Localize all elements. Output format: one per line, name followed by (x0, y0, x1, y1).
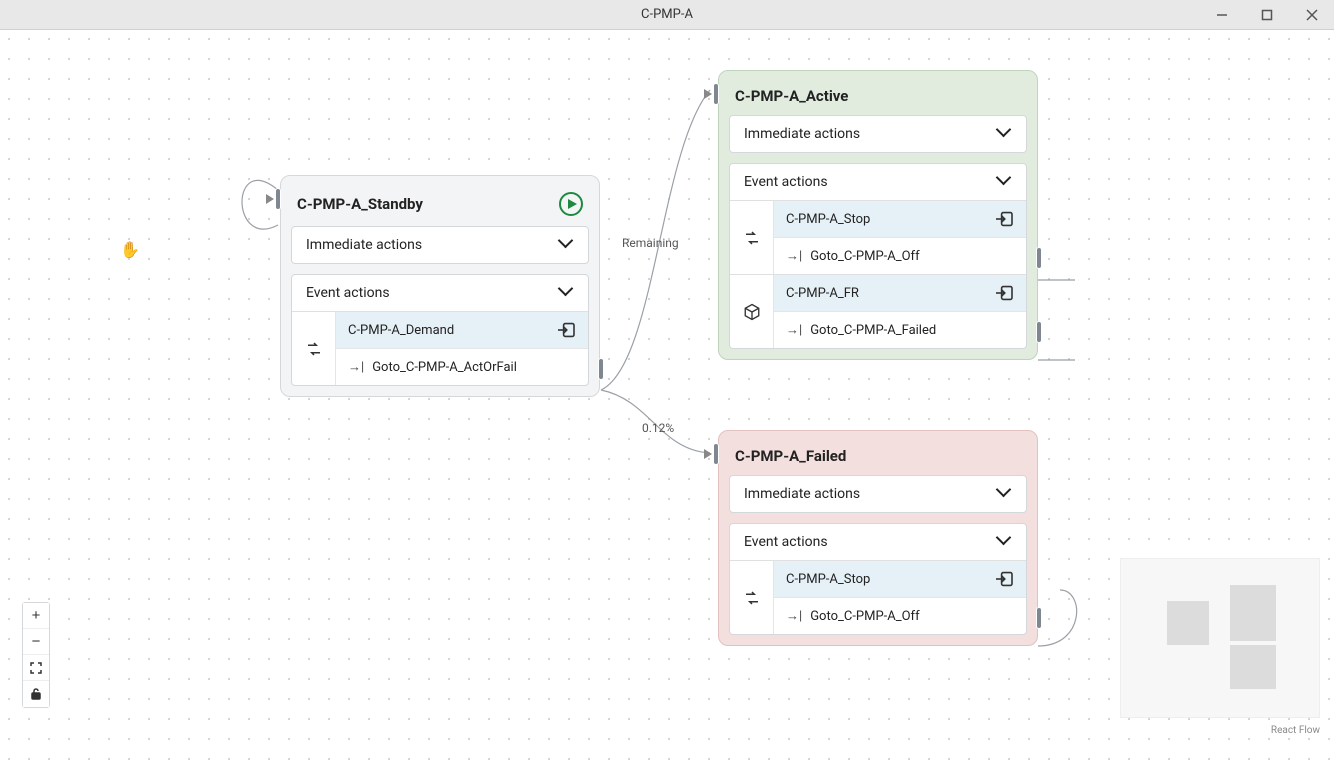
node-failed[interactable]: C-PMP-A_Failed Immediate actions Event a… (718, 430, 1038, 646)
active-event-section[interactable]: Event actions C-PMP-A_Stop →| Goto_C-PMP-… (729, 163, 1027, 349)
active-goto1-row[interactable]: →| Goto_C-PMP-A_Off (774, 238, 1026, 274)
minimap[interactable] (1120, 558, 1320, 718)
enter-icon (994, 571, 1014, 587)
failed-event-section[interactable]: Event actions C-PMP-A_Stop →| Goto_C-PMP-… (729, 523, 1027, 635)
enter-icon (556, 322, 576, 338)
standby-goto-row[interactable]: →| Goto_C-PMP-A_ActOrFail (336, 349, 588, 385)
zoom-in-button[interactable]: + (23, 603, 49, 629)
failed-event1-row[interactable]: C-PMP-A_Stop (774, 561, 1026, 598)
hand-cursor-icon: ✋ (120, 240, 140, 259)
node-active-title: C-PMP-A_Active (735, 87, 848, 105)
standby-event-row[interactable]: C-PMP-A_Demand (336, 312, 588, 349)
standby-event-label: Event actions (306, 285, 390, 301)
window-controls (1199, 0, 1334, 29)
swap-icon (292, 312, 336, 385)
active-event2-row[interactable]: C-PMP-A_FR (774, 275, 1026, 312)
node-standby-title: C-PMP-A_Standby (297, 195, 423, 213)
active-event-label: Event actions (744, 174, 828, 190)
active-out-handle-1[interactable] (1036, 247, 1042, 269)
active-goto2-row[interactable]: →| Goto_C-PMP-A_Failed (774, 312, 1026, 348)
edge-label-remaining: Remaining (618, 235, 683, 251)
chevron-down-icon (560, 238, 574, 252)
goto-arrow-icon: →| (786, 249, 802, 264)
chevron-down-icon (560, 286, 574, 300)
failed-event-label: Event actions (744, 534, 828, 550)
node-active[interactable]: C-PMP-A_Active Immediate actions Event a… (718, 70, 1038, 360)
swap-icon (730, 201, 774, 274)
failed-event1-goto: Goto_C-PMP-A_Off (810, 609, 919, 624)
active-event2-goto: Goto_C-PMP-A_Failed (810, 323, 936, 338)
lock-button[interactable] (23, 681, 49, 707)
edge-label-failprob: 0.12% (638, 420, 678, 436)
cube-icon (730, 275, 774, 348)
active-immediate-section[interactable]: Immediate actions (729, 115, 1027, 153)
node-failed-in-handle[interactable] (713, 443, 719, 465)
chevron-down-icon (998, 535, 1012, 549)
failed-immediate-label: Immediate actions (744, 486, 860, 502)
chevron-down-icon (998, 127, 1012, 141)
failed-out-handle[interactable] (1036, 607, 1042, 629)
active-event1-goto: Goto_C-PMP-A_Off (810, 249, 919, 264)
node-active-in-handle[interactable] (713, 83, 719, 105)
goto-arrow-icon: →| (348, 360, 364, 375)
attribution-label: React Flow (1271, 725, 1320, 736)
standby-immediate-label: Immediate actions (306, 237, 422, 253)
play-icon (559, 192, 583, 216)
node-standby-header: C-PMP-A_Standby (291, 186, 589, 226)
failed-immediate-section[interactable]: Immediate actions (729, 475, 1027, 513)
minimize-button[interactable] (1199, 0, 1244, 29)
zoom-out-button[interactable]: − (23, 629, 49, 655)
enter-icon (994, 211, 1014, 227)
active-event1-name: C-PMP-A_Stop (786, 212, 870, 227)
active-event2-name: C-PMP-A_FR (786, 286, 859, 301)
active-event1-row[interactable]: C-PMP-A_Stop (774, 201, 1026, 238)
flow-controls: + − (22, 602, 50, 708)
node-failed-header: C-PMP-A_Failed (729, 441, 1027, 475)
chevron-down-icon (998, 487, 1012, 501)
node-standby[interactable]: C-PMP-A_Standby Immediate actions Event … (280, 175, 600, 397)
standby-event-section[interactable]: Event actions C-PMP-A_Demand →| Goto_C-PM… (291, 274, 589, 386)
standby-immediate-section[interactable]: Immediate actions (291, 226, 589, 264)
swap-icon (730, 561, 774, 634)
node-active-header: C-PMP-A_Active (729, 81, 1027, 115)
standby-event1-name: C-PMP-A_Demand (348, 323, 454, 338)
enter-icon (994, 285, 1014, 301)
goto-arrow-icon: →| (786, 323, 802, 338)
fit-view-button[interactable] (23, 655, 49, 681)
goto-arrow-icon: →| (786, 609, 802, 624)
standby-out-handle[interactable] (598, 358, 604, 380)
active-out-handle-2[interactable] (1036, 321, 1042, 343)
chevron-down-icon (998, 175, 1012, 189)
node-failed-title: C-PMP-A_Failed (735, 447, 846, 465)
flow-canvas[interactable]: ✋ Remaining 0.12% C-PMP-A_Standby Immedi… (0, 30, 1334, 778)
window-title: C-PMP-A (641, 7, 693, 22)
failed-goto1-row[interactable]: →| Goto_C-PMP-A_Off (774, 598, 1026, 634)
maximize-button[interactable] (1244, 0, 1289, 29)
node-standby-in-handle[interactable] (275, 188, 281, 210)
close-button[interactable] (1289, 0, 1334, 29)
failed-event1-name: C-PMP-A_Stop (786, 572, 870, 587)
standby-event1-goto: Goto_C-PMP-A_ActOrFail (372, 360, 517, 375)
active-immediate-label: Immediate actions (744, 126, 860, 142)
window-titlebar: C-PMP-A (0, 0, 1334, 30)
